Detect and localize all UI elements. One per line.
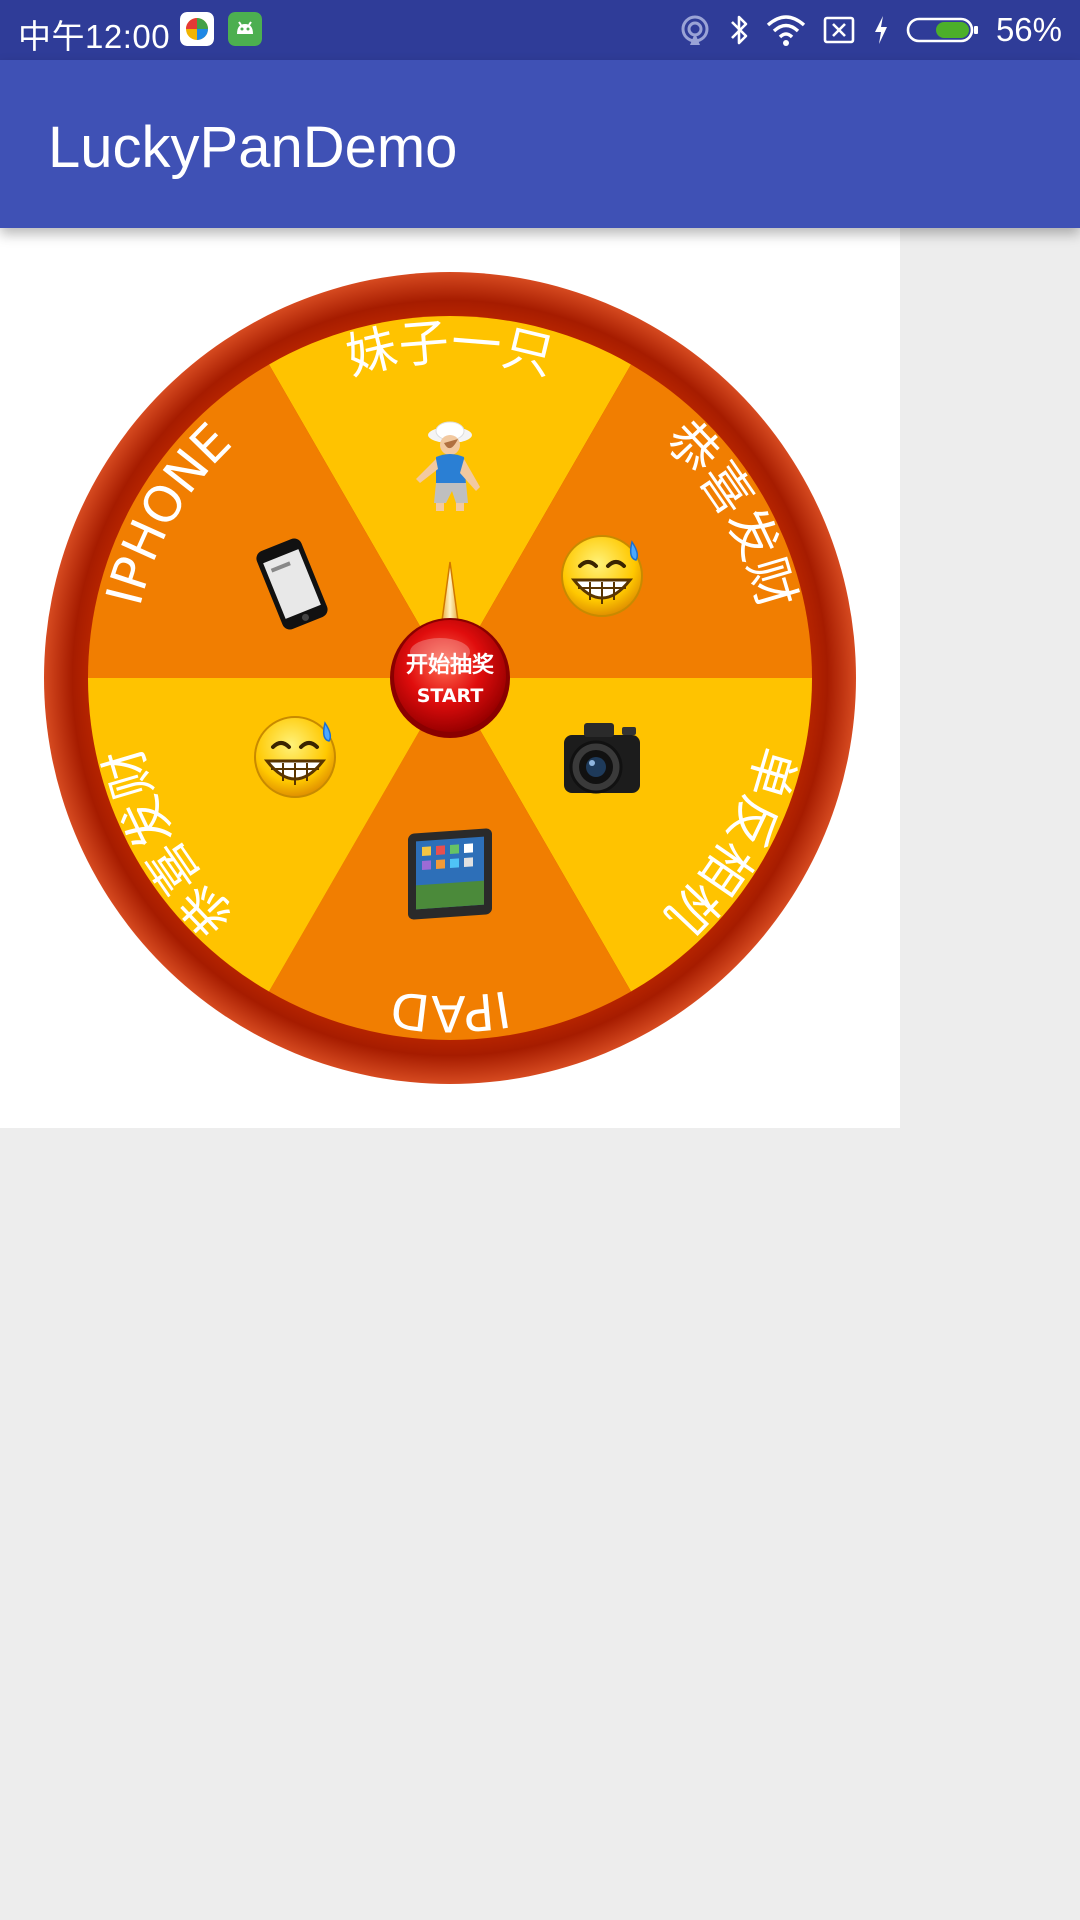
battery-percent: 56% bbox=[995, 11, 1062, 48]
app-title: LuckyPanDemo bbox=[48, 115, 458, 180]
battery-icon bbox=[906, 17, 978, 43]
status-bar: 中午12:00 56% bbox=[0, 0, 1080, 60]
status-icons: 56% bbox=[678, 10, 1062, 50]
start-button[interactable]: 开始抽奖 START bbox=[390, 618, 510, 738]
sector-label: IPAD bbox=[388, 979, 515, 1042]
start-button-label-en: START bbox=[417, 685, 484, 707]
lucky-wheel[interactable]: 妹子一只恭喜发财单反相机IPAD恭喜发财IPHONE 开始抽奖 START bbox=[42, 270, 858, 1086]
smiley-icon bbox=[561, 535, 643, 617]
lucky-pan-view: 妹子一只 恭喜发财 单反相机 IPAD 恭喜发财 IPHONE 开始抽奖 STA… bbox=[0, 228, 900, 1128]
smiley-icon bbox=[254, 716, 336, 798]
wifi-icon bbox=[766, 15, 806, 46]
ipad-icon bbox=[408, 828, 492, 920]
hotspot-icon bbox=[681, 15, 709, 45]
start-button-label-cn: 开始抽奖 bbox=[406, 652, 495, 678]
charging-icon bbox=[874, 16, 887, 44]
app-android-icon bbox=[228, 12, 262, 46]
app-bar: LuckyPanDemo bbox=[0, 60, 1080, 228]
status-time: 中午12:00 bbox=[18, 18, 171, 55]
app-360-icon bbox=[180, 12, 214, 46]
bluetooth-icon bbox=[731, 15, 748, 45]
no-sim-icon bbox=[823, 16, 855, 44]
